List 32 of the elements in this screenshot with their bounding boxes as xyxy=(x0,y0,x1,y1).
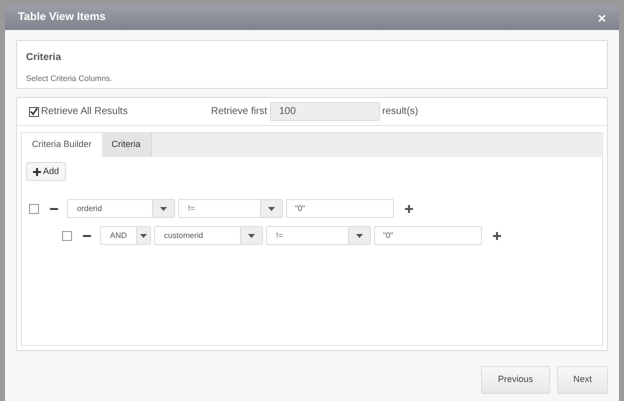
dropdown[interactable]: != xyxy=(178,199,283,218)
tab[interactable]: Criteria xyxy=(102,133,152,157)
tab[interactable]: Criteria Builder xyxy=(22,133,102,157)
previous-button[interactable]: Previous xyxy=(481,366,550,394)
retrieve-count-field[interactable]: 100 xyxy=(270,102,380,121)
checkbox[interactable] xyxy=(29,204,39,214)
minus-icon[interactable] xyxy=(83,234,91,236)
dropdown[interactable]: AND xyxy=(100,226,151,245)
dropdown[interactable]: != xyxy=(266,226,371,245)
next-button[interactable]: Next xyxy=(557,366,608,394)
caret-icon xyxy=(248,234,255,238)
checkbox[interactable] xyxy=(29,106,39,116)
suffix-label: result(s) xyxy=(382,105,418,119)
minus-icon[interactable] xyxy=(50,208,58,210)
plus-icon xyxy=(33,168,41,176)
caret-icon xyxy=(140,234,147,238)
card-description: Select Criteria Columns. xyxy=(26,73,114,85)
checkbox[interactable] xyxy=(62,230,72,240)
value-field[interactable]: "0" xyxy=(374,226,482,245)
card-title: Criteria xyxy=(26,51,62,65)
caret-icon xyxy=(356,234,363,238)
dropdown[interactable]: customerid xyxy=(154,226,263,245)
value-field[interactable]: "0" xyxy=(286,199,394,218)
add-button[interactable]: Add xyxy=(26,162,66,181)
checkbox-label: Retrieve All Results xyxy=(41,105,129,119)
caret-icon xyxy=(160,206,167,210)
dropdown[interactable]: orderid xyxy=(67,199,175,218)
plus-icon[interactable] xyxy=(405,204,413,212)
caret-icon xyxy=(268,206,275,210)
plus-icon[interactable] xyxy=(493,232,501,240)
dialog-title: Table View Items xyxy=(18,10,106,26)
retrieve-first-label: Retrieve first xyxy=(211,105,268,119)
